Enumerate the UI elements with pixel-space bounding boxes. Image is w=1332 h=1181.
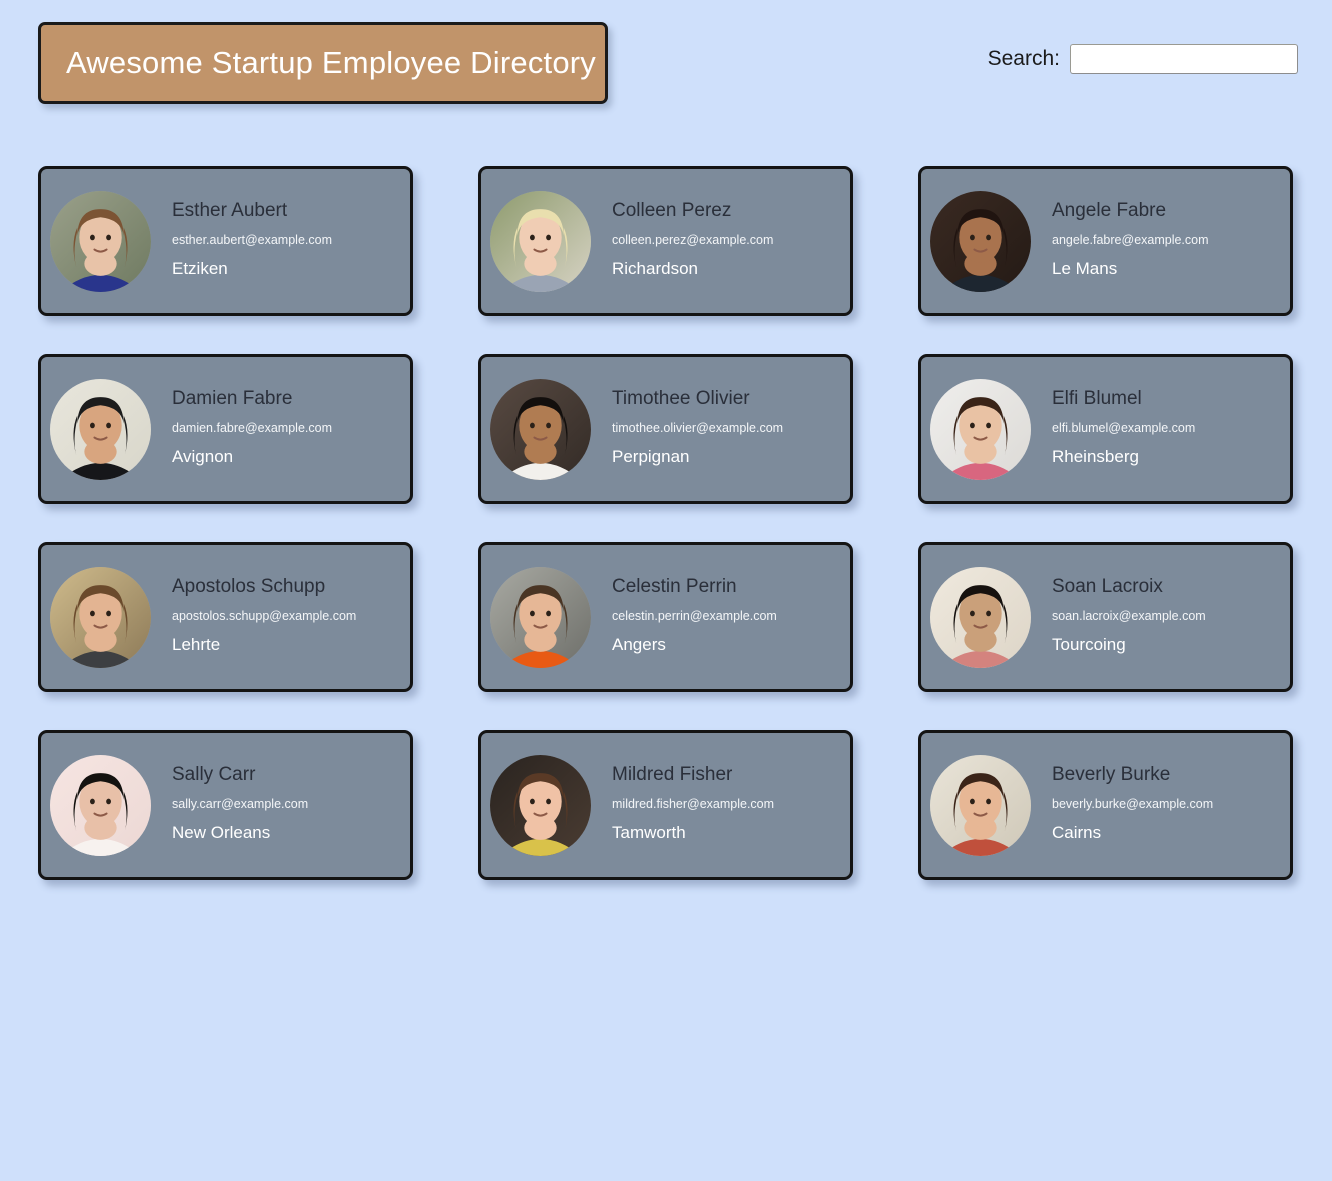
employee-name: Mildred Fisher — [612, 763, 733, 785]
employee-name: Timothee Olivier — [612, 387, 750, 409]
employee-email: beverly.burke@example.com — [1052, 796, 1214, 811]
avatar — [50, 566, 151, 668]
employee-card-grid: Esther Aubert esther.aubert@example.com Et… — [38, 166, 1298, 880]
employee-info: Colleen Perez colleen.perez@example.com Ri… — [591, 199, 774, 281]
employee-info: Angele Fabre angele.fabre@example.com Le M… — [1031, 199, 1209, 281]
employee-info: Beverly Burke beverly.burke@example.com Ca… — [1031, 763, 1214, 845]
employee-name: Colleen Perez — [612, 199, 732, 221]
employee-city: Rheinsberg — [1052, 447, 1139, 467]
employee-card[interactable]: Sally Carr sally.carr@example.com New Orle… — [38, 730, 413, 880]
employee-city: Le Mans — [1052, 259, 1118, 279]
employee-card[interactable]: Angele Fabre angele.fabre@example.com Le M… — [918, 166, 1293, 316]
employee-email: apostolos.schupp@example.com — [172, 608, 357, 623]
employee-name: Apostolos Schupp — [172, 575, 326, 597]
employee-name: Sally Carr — [172, 763, 256, 785]
employee-city: Tamworth — [612, 823, 686, 843]
employee-email: elfi.blumel@example.com — [1052, 420, 1196, 435]
employee-city: Angers — [612, 635, 666, 655]
employee-city: Cairns — [1052, 823, 1102, 843]
employee-city: Perpignan — [612, 447, 690, 467]
search-input[interactable] — [1070, 44, 1298, 74]
employee-email: colleen.perez@example.com — [612, 232, 774, 247]
avatar — [930, 754, 1031, 856]
employee-card[interactable]: Esther Aubert esther.aubert@example.com Et… — [38, 166, 413, 316]
employee-city: Etziken — [172, 259, 228, 279]
employee-city: Tourcoing — [1052, 635, 1126, 655]
page-header: Awesome Startup Employee Directory Searc… — [0, 0, 1332, 130]
avatar — [490, 566, 591, 668]
employee-card[interactable]: Timothee Olivier timothee.olivier@example… — [478, 354, 853, 504]
employee-info: Sally Carr sally.carr@example.com New Orle… — [151, 763, 309, 845]
search-area: Search: — [988, 44, 1298, 74]
employee-email: damien.fabre@example.com — [172, 420, 332, 435]
employee-email: mildred.fisher@example.com — [612, 796, 775, 811]
search-label: Search: — [987, 47, 1060, 70]
page-title: Awesome Startup Employee Directory — [66, 45, 597, 80]
avatar — [930, 190, 1031, 292]
title-banner: Awesome Startup Employee Directory — [38, 22, 608, 104]
employee-info: Apostolos Schupp apostolos.schupp@example… — [151, 575, 357, 657]
avatar — [490, 190, 591, 292]
employee-info: Elfi Blumel elfi.blumel@example.com Rheins… — [1031, 387, 1196, 469]
avatar — [490, 378, 591, 480]
employee-card[interactable]: Celestin Perrin celestin.perrin@example.c… — [478, 542, 853, 692]
employee-email: angele.fabre@example.com — [1052, 232, 1209, 247]
employee-info: Timothee Olivier timothee.olivier@example… — [591, 387, 784, 469]
employee-email: sally.carr@example.com — [172, 796, 309, 811]
employee-city: Lehrte — [172, 635, 221, 655]
employee-name: Angele Fabre — [1052, 199, 1167, 221]
employee-city: Richardson — [612, 259, 698, 279]
employee-name: Soan Lacroix — [1052, 575, 1163, 597]
employee-email: soan.lacroix@example.com — [1052, 608, 1206, 623]
employee-card[interactable]: Soan Lacroix soan.lacroix@example.com Tour… — [918, 542, 1293, 692]
avatar — [490, 754, 591, 856]
employee-card[interactable]: Apostolos Schupp apostolos.schupp@example… — [38, 542, 413, 692]
employee-info: Soan Lacroix soan.lacroix@example.com Tour… — [1031, 575, 1206, 657]
employee-name: Esther Aubert — [172, 199, 288, 221]
employee-name: Elfi Blumel — [1052, 387, 1142, 409]
employee-email: timothee.olivier@example.com — [612, 420, 784, 435]
avatar — [50, 190, 151, 292]
employee-card[interactable]: Mildred Fisher mildred.fisher@example.com… — [478, 730, 853, 880]
employee-info: Mildred Fisher mildred.fisher@example.com… — [591, 763, 775, 845]
employee-name: Beverly Burke — [1052, 763, 1171, 785]
employee-email: esther.aubert@example.com — [172, 232, 332, 247]
employee-city: Avignon — [172, 447, 234, 467]
employee-card[interactable]: Damien Fabre damien.fabre@example.com Avig… — [38, 354, 413, 504]
avatar — [50, 754, 151, 856]
avatar — [930, 378, 1031, 480]
employee-name: Damien Fabre — [172, 387, 293, 409]
employee-card[interactable]: Colleen Perez colleen.perez@example.com Ri… — [478, 166, 853, 316]
employee-info: Damien Fabre damien.fabre@example.com Avig… — [151, 387, 332, 469]
employee-info: Celestin Perrin celestin.perrin@example.c… — [591, 575, 777, 657]
employee-name: Celestin Perrin — [612, 575, 737, 597]
employee-card[interactable]: Beverly Burke beverly.burke@example.com Ca… — [918, 730, 1293, 880]
employee-city: New Orleans — [172, 823, 271, 843]
avatar — [930, 566, 1031, 668]
employee-card[interactable]: Elfi Blumel elfi.blumel@example.com Rheins… — [918, 354, 1293, 504]
employee-email: celestin.perrin@example.com — [612, 608, 777, 623]
avatar — [50, 378, 151, 480]
employee-info: Esther Aubert esther.aubert@example.com Et… — [151, 199, 332, 281]
